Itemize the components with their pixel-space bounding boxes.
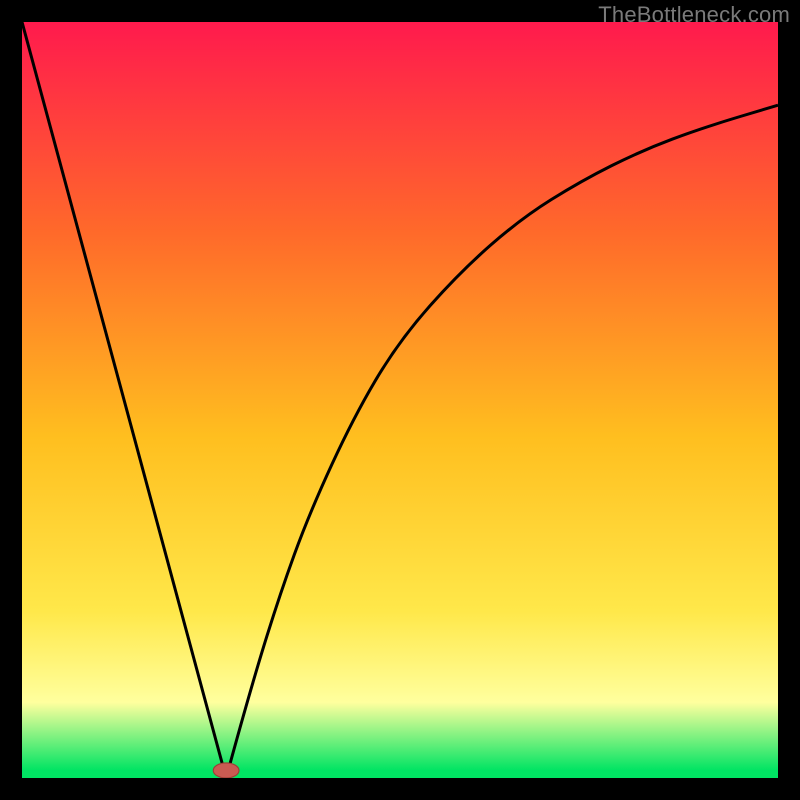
- gradient-fill: [22, 22, 778, 778]
- minimum-marker: [213, 763, 239, 778]
- bottleneck-chart: [22, 22, 778, 778]
- chart-frame: [22, 22, 778, 778]
